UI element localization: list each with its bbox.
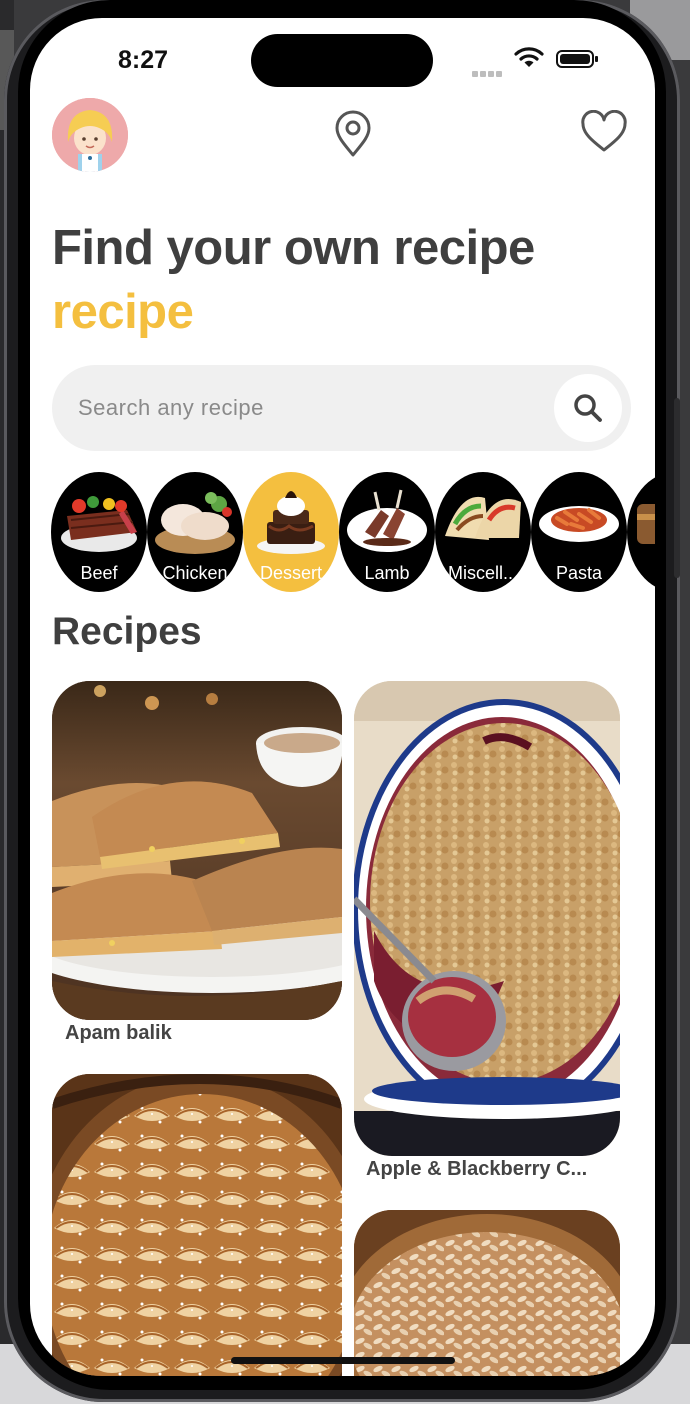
category-label: Beef (80, 563, 118, 583)
phone-side-button (674, 398, 680, 578)
category-label: Chicken (162, 563, 228, 583)
phone-frame: 8:27 Find your own recipe recipe Search … (4, 0, 680, 1402)
category-dessert[interactable]: Dessert (243, 472, 339, 592)
recipe-card[interactable] (354, 1210, 620, 1376)
wifi-icon (514, 47, 544, 67)
search-bar (52, 365, 631, 451)
category-beef[interactable]: Beef (51, 472, 147, 592)
battery-icon (556, 50, 598, 68)
chicken-image (155, 492, 235, 554)
dessert-image (257, 491, 325, 554)
pasta-image (539, 506, 619, 542)
location-pin-icon[interactable] (333, 110, 373, 158)
recipe-name: Apple & Blackberry C... (366, 1158, 588, 1180)
beef-image (61, 496, 137, 552)
category-item[interactable] (627, 472, 655, 592)
home-indicator[interactable] (231, 1357, 455, 1364)
recipe-image (52, 1074, 342, 1376)
recipe-image (354, 1210, 620, 1376)
recipe-name: Apam balik (65, 1022, 172, 1044)
miscellaneous-image (445, 496, 521, 540)
recipe-image (354, 681, 620, 1156)
category-label: Lamb (364, 563, 410, 583)
section-title: Recipes (52, 610, 202, 653)
category-label: Miscell... (447, 563, 518, 583)
category-miscellaneous[interactable]: Miscell... (435, 472, 531, 592)
search-icon (574, 394, 602, 422)
category-chicken[interactable]: Chicken (147, 472, 243, 592)
heart-icon[interactable] (580, 110, 628, 154)
category-label: Pasta (555, 563, 603, 583)
recipe-card-apam-balik[interactable] (52, 681, 342, 1020)
recipe-card-apple-blackberry[interactable] (354, 681, 620, 1156)
page-title-highlight: recipe (52, 285, 194, 339)
avatar[interactable] (52, 98, 128, 172)
status-time: 8:27 (118, 46, 169, 74)
app-screen: 8:27 Find your own recipe recipe Search … (30, 18, 655, 1376)
cellular-signal-icon (472, 64, 506, 77)
search-button[interactable] (554, 374, 622, 442)
page-title: Find your own recipe (52, 221, 535, 275)
recipe-image (52, 681, 342, 1020)
category-list: Beef Chicken Dessert Lamb Miscell... Pas… (51, 472, 655, 592)
recipe-card[interactable] (52, 1074, 342, 1376)
category-pasta[interactable]: Pasta (531, 472, 627, 592)
category-image (637, 504, 655, 544)
lamb-image (347, 489, 427, 552)
dynamic-island (251, 34, 433, 87)
category-lamb[interactable]: Lamb (339, 472, 435, 592)
category-label: Dessert (259, 563, 322, 583)
search-input[interactable] (78, 391, 538, 425)
